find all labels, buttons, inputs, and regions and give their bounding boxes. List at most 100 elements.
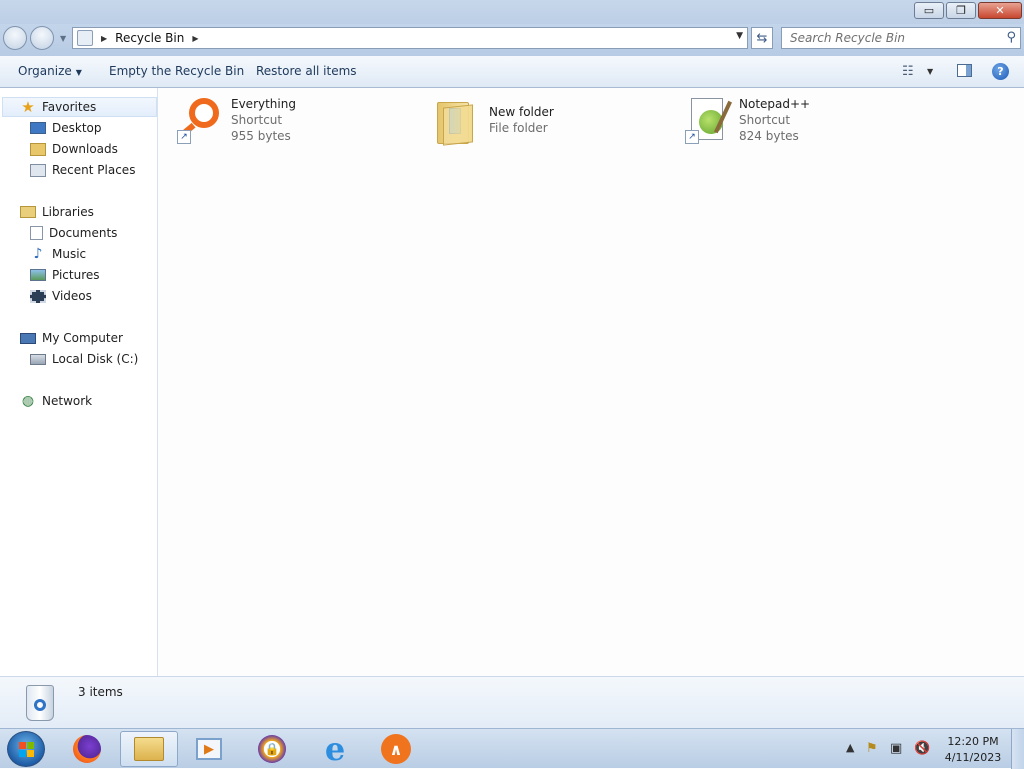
maximize-button[interactable]: ❐ (946, 2, 976, 19)
file-info: Everything Shortcut 955 bytes (231, 96, 296, 144)
nav-my-computer[interactable]: My Computer (20, 328, 123, 348)
file-size: 824 bytes (739, 129, 799, 143)
breadcrumb-arrow-icon[interactable]: ▶ (192, 34, 198, 43)
local-disk-icon (30, 353, 46, 365)
details-pane: 3 items (0, 676, 1024, 728)
breadcrumb-recycle-bin[interactable]: Recycle Bin (115, 31, 184, 45)
clock[interactable]: 12:20 PM 4/11/2023 (940, 734, 1006, 766)
videos-icon (30, 289, 46, 303)
start-button[interactable] (7, 731, 45, 767)
recent-pages-dropdown-icon[interactable]: ▼ (60, 34, 66, 43)
view-dropdown-icon[interactable]: ▼ (927, 67, 933, 76)
network-status-icon[interactable]: ▣ (890, 741, 902, 756)
search-icon[interactable]: ⚲ (1006, 30, 1016, 45)
internet-explorer-icon: e (324, 730, 346, 768)
nav-downloads[interactable]: Downloads (30, 139, 118, 159)
nav-label: Pictures (52, 268, 100, 282)
folder-icon (435, 96, 483, 146)
computer-icon (20, 332, 36, 344)
nav-libraries[interactable]: Libraries (20, 202, 94, 222)
window-controls: ▭ ❐ ✕ (914, 2, 1022, 19)
action-center-flag-icon[interactable]: ⚑ (866, 741, 878, 756)
file-list: ↗ Everything Shortcut 955 bytes New fold… (159, 88, 1024, 676)
music-icon: ♪ (33, 246, 43, 262)
vlc-icon: ∧ (381, 734, 411, 764)
nav-desktop[interactable]: Desktop (30, 118, 102, 138)
explorer-icon (134, 737, 164, 761)
keepass-icon: 🔒 (258, 735, 286, 763)
taskbar-vlc[interactable]: ∧ (367, 731, 425, 767)
back-button[interactable] (3, 26, 27, 50)
nav-label: Libraries (42, 205, 94, 219)
taskbar-internet-explorer[interactable]: e (306, 731, 364, 767)
taskbar-firefox[interactable] (58, 731, 116, 767)
nav-label: Music (52, 247, 87, 261)
nav-music[interactable]: ♪ Music (30, 244, 87, 264)
network-icon: ◍ (21, 393, 35, 409)
nav-label: Recent Places (52, 163, 136, 177)
documents-icon (30, 226, 43, 240)
file-item-notepad-plus-plus[interactable]: ↗ Notepad++ Shortcut 824 bytes (685, 96, 810, 144)
empty-recycle-bin-button[interactable]: Empty the Recycle Bin (109, 64, 244, 78)
file-type: Shortcut (231, 113, 283, 127)
shortcut-arrow-icon: ↗ (685, 130, 699, 144)
nav-favorites[interactable]: ★ Favorites (2, 97, 157, 117)
show-desktop-button[interactable] (1011, 729, 1024, 769)
address-row: ▼ ▶ Recycle Bin ▶ ▼ ⇆ ⚲ (0, 24, 1024, 56)
nav-videos[interactable]: Videos (30, 286, 92, 306)
clock-date: 4/11/2023 (944, 751, 1002, 764)
show-hidden-icons-icon[interactable]: ▲ (846, 741, 854, 754)
file-type: File folder (489, 121, 548, 135)
clock-time: 12:20 PM (947, 735, 999, 748)
file-info: Notepad++ Shortcut 824 bytes (739, 96, 810, 144)
nav-label: Downloads (52, 142, 118, 156)
nav-pictures[interactable]: Pictures (30, 265, 100, 285)
firefox-icon (73, 735, 101, 763)
volume-muted-icon[interactable]: 🔇 (914, 741, 930, 756)
nav-label: Videos (52, 289, 92, 303)
organize-label: Organize (18, 64, 72, 78)
change-view-icon[interactable]: ☷ (902, 64, 914, 79)
star-icon: ★ (21, 98, 35, 116)
taskbar-explorer[interactable] (120, 731, 178, 767)
file-name: Everything (231, 97, 296, 111)
file-item-everything[interactable]: ↗ Everything Shortcut 955 bytes (177, 96, 296, 144)
address-dropdown-icon[interactable]: ▼ (736, 31, 743, 41)
refresh-button[interactable]: ⇆ (751, 27, 773, 49)
file-size: 955 bytes (231, 129, 291, 143)
media-player-icon: ▶ (196, 738, 222, 760)
recent-places-icon (30, 163, 46, 177)
help-icon[interactable]: ? (992, 63, 1009, 80)
nav-label: Favorites (42, 100, 97, 114)
taskbar-media-player[interactable]: ▶ (180, 731, 238, 767)
taskbar-keepass[interactable]: 🔒 (243, 731, 301, 767)
breadcrumb-arrow-icon[interactable]: ▶ (101, 34, 107, 43)
restore-all-items-button[interactable]: Restore all items (256, 64, 357, 78)
file-info: New folder File folder (489, 96, 554, 144)
forward-button[interactable] (30, 26, 54, 50)
item-count: 3 items (78, 685, 123, 699)
command-bar: Organize ▼ Empty the Recycle Bin Restore … (0, 56, 1024, 88)
file-type: Shortcut (739, 113, 791, 127)
file-item-new-folder[interactable]: New folder File folder (435, 96, 554, 146)
notepad-plus-plus-icon: ↗ (685, 96, 733, 144)
nav-label: Local Disk (C:) (52, 352, 139, 366)
organize-button[interactable]: Organize ▼ (18, 64, 82, 78)
nav-documents[interactable]: Documents (30, 223, 117, 243)
libraries-icon (20, 206, 36, 218)
address-bar[interactable]: ▶ Recycle Bin ▶ ▼ (72, 27, 748, 49)
minimize-button[interactable]: ▭ (914, 2, 944, 19)
file-name: Notepad++ (739, 97, 811, 111)
close-button[interactable]: ✕ (978, 2, 1022, 19)
nav-recent-places[interactable]: Recent Places (30, 160, 135, 180)
nav-local-disk[interactable]: Local Disk (C:) (30, 349, 138, 369)
title-bar: ▭ ❐ ✕ (0, 0, 1024, 24)
search-box[interactable]: ⚲ (781, 27, 1021, 49)
search-input[interactable] (782, 31, 1000, 45)
recycle-bin-small-icon (77, 30, 93, 46)
nav-label: Documents (49, 226, 118, 240)
preview-pane-icon[interactable] (957, 64, 972, 77)
nav-network[interactable]: ◍ Network (20, 391, 92, 411)
everything-icon: ↗ (177, 96, 225, 144)
downloads-icon (30, 142, 46, 156)
